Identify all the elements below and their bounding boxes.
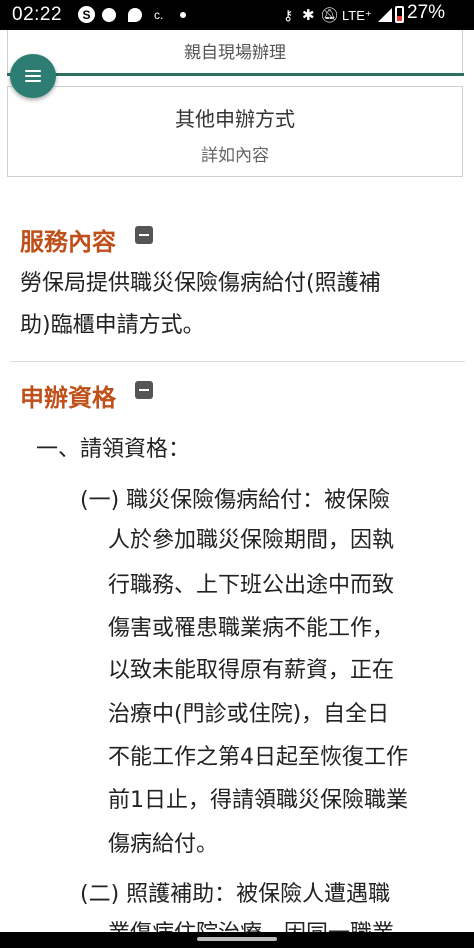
home-gesture-handle[interactable]: [197, 937, 277, 941]
notification-dot-icon: [180, 12, 186, 18]
c-label: c.: [154, 8, 164, 22]
eligibility-item-title: 一、請領資格：: [36, 437, 191, 462]
in-person-label: 親自現場辦理: [184, 43, 286, 63]
other-methods-card[interactable]: 其他申辦方式 詳如內容: [7, 86, 463, 177]
mute-icon: 🔕︎: [320, 7, 340, 24]
eligibility-sub1-line: 以致未能取得原有薪資，正在: [108, 658, 395, 683]
eligibility-heading: 申辦資格: [20, 384, 116, 412]
collapse-eligibility-icon[interactable]: [135, 381, 153, 399]
signal-icon: [378, 8, 392, 22]
menu-button[interactable]: [10, 54, 56, 98]
service-content-line2: 助)臨櫃申請方式。: [20, 313, 205, 338]
chat-icon: [102, 8, 116, 22]
eligibility-sub1-line: 傷害或罹患職業病不能工作，: [108, 616, 395, 641]
menu-icon: [25, 70, 41, 72]
eligibility-sub1-line: (一) 職災保險傷病給付：被保險: [80, 488, 391, 513]
eligibility-sub1-line: 前1日止，得請領職災保險職業: [108, 788, 408, 813]
messenger-icon: [128, 8, 142, 22]
status-time: 02:22: [12, 4, 63, 25]
key-icon: ⚷: [283, 6, 294, 23]
eligibility-sub2-line: (二) 照護補助：被保險人遭遇職: [80, 882, 391, 907]
lte-label: LTE⁺: [342, 8, 372, 23]
eligibility-sub1-line: 治療中(門診或住院)，自全日: [108, 702, 390, 727]
other-methods-title: 其他申辦方式: [175, 107, 295, 131]
eligibility-sub1-line: 不能工作之第4日起至恢復工作: [108, 745, 408, 770]
card-divider: [7, 73, 464, 76]
section-divider: [10, 361, 465, 362]
eligibility-sub1-line: 行職務、上下班公出途中而致: [108, 573, 395, 598]
status-bar: 02:22 S c. ⚷ ✱ 🔕︎ LTE⁺ 27%: [0, 0, 474, 30]
eligibility-sub1-line: 傷病給付。: [108, 832, 219, 857]
battery-icon: [395, 6, 404, 23]
battery-percent: 27%: [407, 2, 446, 23]
service-content-heading: 服務內容: [20, 228, 116, 256]
service-content-line1: 勞保局提供職災保險傷病給付(照護補: [20, 271, 381, 296]
collapse-service-content-icon[interactable]: [135, 226, 153, 244]
in-person-card[interactable]: 親自現場辦理: [7, 30, 463, 75]
eligibility-sub1-line: 人於參加職災保險期間，因執: [108, 528, 395, 553]
bluetooth-icon: ✱: [302, 7, 315, 24]
skype-icon: S: [78, 6, 95, 23]
other-methods-subtitle: 詳如內容: [201, 146, 269, 166]
